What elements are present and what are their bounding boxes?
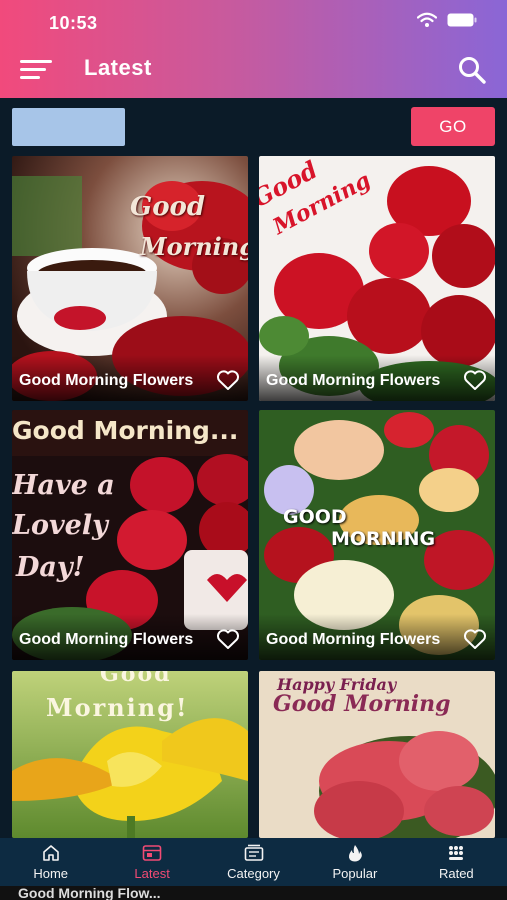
wallpaper-card[interactable]: Good Morning Good Morning Flowers <box>259 156 495 401</box>
card-caption: Good Morning Flowers <box>266 372 441 389</box>
art-text-line: Good Morning... <box>12 416 239 445</box>
nav-label: Popular <box>332 865 378 881</box>
scroll-peek: Good Morning Flow... <box>0 886 507 900</box>
wallpaper-card[interactable]: Good Morning! <box>12 671 248 838</box>
art-text-line: Lovely <box>12 510 108 541</box>
wifi-icon <box>417 12 437 27</box>
wallpaper-card[interactable]: Good Morning Good Morning Flowers <box>12 156 248 401</box>
wallpaper-card[interactable]: Happy Friday Good Morning <box>259 671 495 838</box>
nav-item-popular[interactable]: Popular <box>304 838 405 886</box>
nav-label: Home <box>33 865 69 881</box>
card-caption: Good Morning Flowers <box>266 631 441 648</box>
menu-button[interactable] <box>20 57 54 81</box>
art-text-line: GOOD <box>283 506 347 528</box>
card-caption: Good Morning Flowers <box>19 631 194 648</box>
art-text-line: Day! <box>16 552 85 583</box>
nav-item-category[interactable]: Category <box>203 838 304 886</box>
status-icons <box>417 12 477 28</box>
heart-icon[interactable] <box>216 628 240 650</box>
nav-item-home[interactable]: Home <box>0 838 101 886</box>
art-text-line: Morning! <box>46 693 189 722</box>
home-icon <box>42 844 59 861</box>
app-header: 10:53 Latest <box>0 0 507 98</box>
nav-item-latest[interactable]: Latest <box>101 838 202 886</box>
search-input[interactable] <box>12 108 125 146</box>
status-time: 10:53 <box>49 13 98 33</box>
art-text-line: Morning <box>140 232 248 261</box>
rated-icon <box>449 845 464 860</box>
art-text-line: Good <box>130 192 206 222</box>
art-text-line: Good <box>100 671 172 687</box>
nav-label: Latest <box>134 865 170 881</box>
heart-icon[interactable] <box>463 369 487 391</box>
category-icon <box>244 844 263 861</box>
nav-label: Category <box>227 865 280 881</box>
nav-item-rated[interactable]: Rated <box>406 838 507 886</box>
fire-icon <box>348 844 362 861</box>
card-caption: Good Morning Flowers <box>19 372 194 389</box>
nav-label: Rated <box>438 865 474 881</box>
wallpaper-card[interactable]: Good Morning... Have a Lovely Day! Good … <box>12 410 248 660</box>
heart-icon[interactable] <box>216 369 240 391</box>
art-text-line: Have a <box>12 470 115 501</box>
go-button[interactable]: GO <box>411 107 495 146</box>
page-title: Latest <box>84 55 152 80</box>
search-icon[interactable] <box>457 55 487 85</box>
heart-icon[interactable] <box>463 628 487 650</box>
bottom-nav: Home Latest Category Popular Rated <box>0 838 507 886</box>
art-text-line: Good Morning <box>273 691 451 717</box>
wallpaper-card[interactable]: GOOD MORNING Good Morning Flowers <box>259 410 495 660</box>
art-text-line: MORNING <box>331 528 436 550</box>
latest-icon <box>142 844 162 861</box>
battery-icon <box>447 13 477 27</box>
card-caption: Good Morning Flow... <box>18 885 161 900</box>
